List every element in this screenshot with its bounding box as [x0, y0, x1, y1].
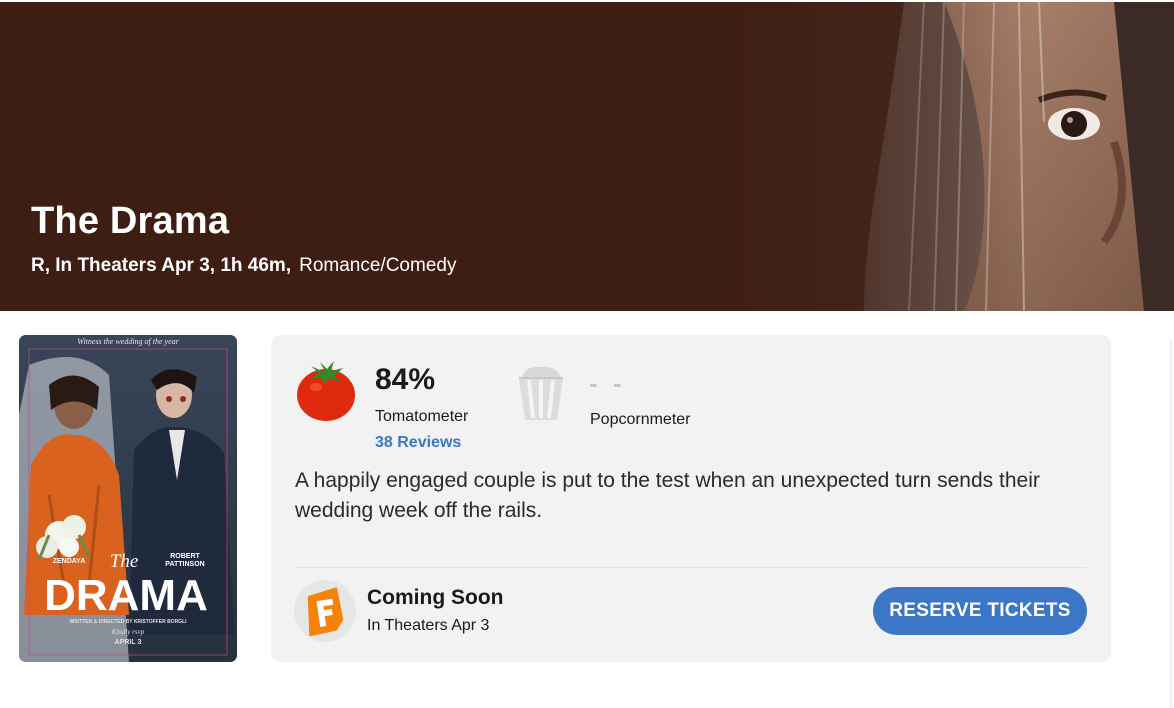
poster-actor-left: ZENDAYA: [53, 558, 86, 565]
hero-banner: The Drama R, In Theaters Apr 3, 1h 46m, R…: [0, 2, 1174, 311]
fresh-tomato-icon: [297, 361, 355, 421]
poster-tagline: Witness the wedding of the year: [77, 337, 179, 346]
reserve-tickets-button[interactable]: RESERVE TICKETS: [873, 587, 1087, 635]
poster-credit: WRITTEN & DIRECTED BY KRISTOFFER BORGLI: [69, 619, 187, 625]
popcornmeter-score: - -: [589, 368, 626, 398]
ticket-status: Coming Soon: [367, 586, 504, 609]
poster-big-title: DRAMA: [44, 571, 208, 620]
movie-title: The Drama: [31, 200, 230, 242]
popcornmeter-label: Popcornmeter: [590, 411, 691, 428]
ticket-release-line: In Theaters Apr 3: [367, 617, 490, 634]
fandango-logo-shape: [307, 587, 344, 637]
synopsis-text: A happily engaged couple is put to the t…: [295, 469, 1040, 522]
hero-backdrop-image: [694, 2, 1174, 311]
tomatometer-score: 84%: [375, 363, 436, 396]
tomatometer-label: Tomatometer: [375, 408, 469, 425]
movie-poster[interactable]: Witness the wedding of the year ZENDAYA …: [19, 335, 237, 662]
reviews-link[interactable]: 38 Reviews: [375, 434, 461, 452]
empty-popcorn-bucket-icon: [519, 366, 563, 420]
page-edge-divider: [1170, 340, 1172, 708]
divider: [295, 567, 1087, 568]
rating-release-runtime: R, In Theaters Apr 3, 1h 46m,: [31, 255, 292, 276]
poster-image: Witness the wedding of the year ZENDAYA …: [19, 335, 237, 662]
poster-actor-right-1: ROBERT: [170, 553, 200, 560]
poster-rsvp: Kindly rsvp: [111, 628, 145, 636]
poster-release: APRIL 3: [115, 639, 142, 646]
poster-actor-right-2: PATTINSON: [165, 561, 204, 568]
movie-meta: R, In Theaters Apr 3, 1h 46m, Romance/Com…: [31, 255, 456, 277]
score-card: 84% Tomatometer 38 Reviews - - Popcornme…: [271, 335, 1111, 662]
genre-text: Romance/Comedy: [299, 255, 457, 276]
fandango-icon: [294, 580, 356, 642]
poster-script-title: The: [110, 551, 139, 572]
